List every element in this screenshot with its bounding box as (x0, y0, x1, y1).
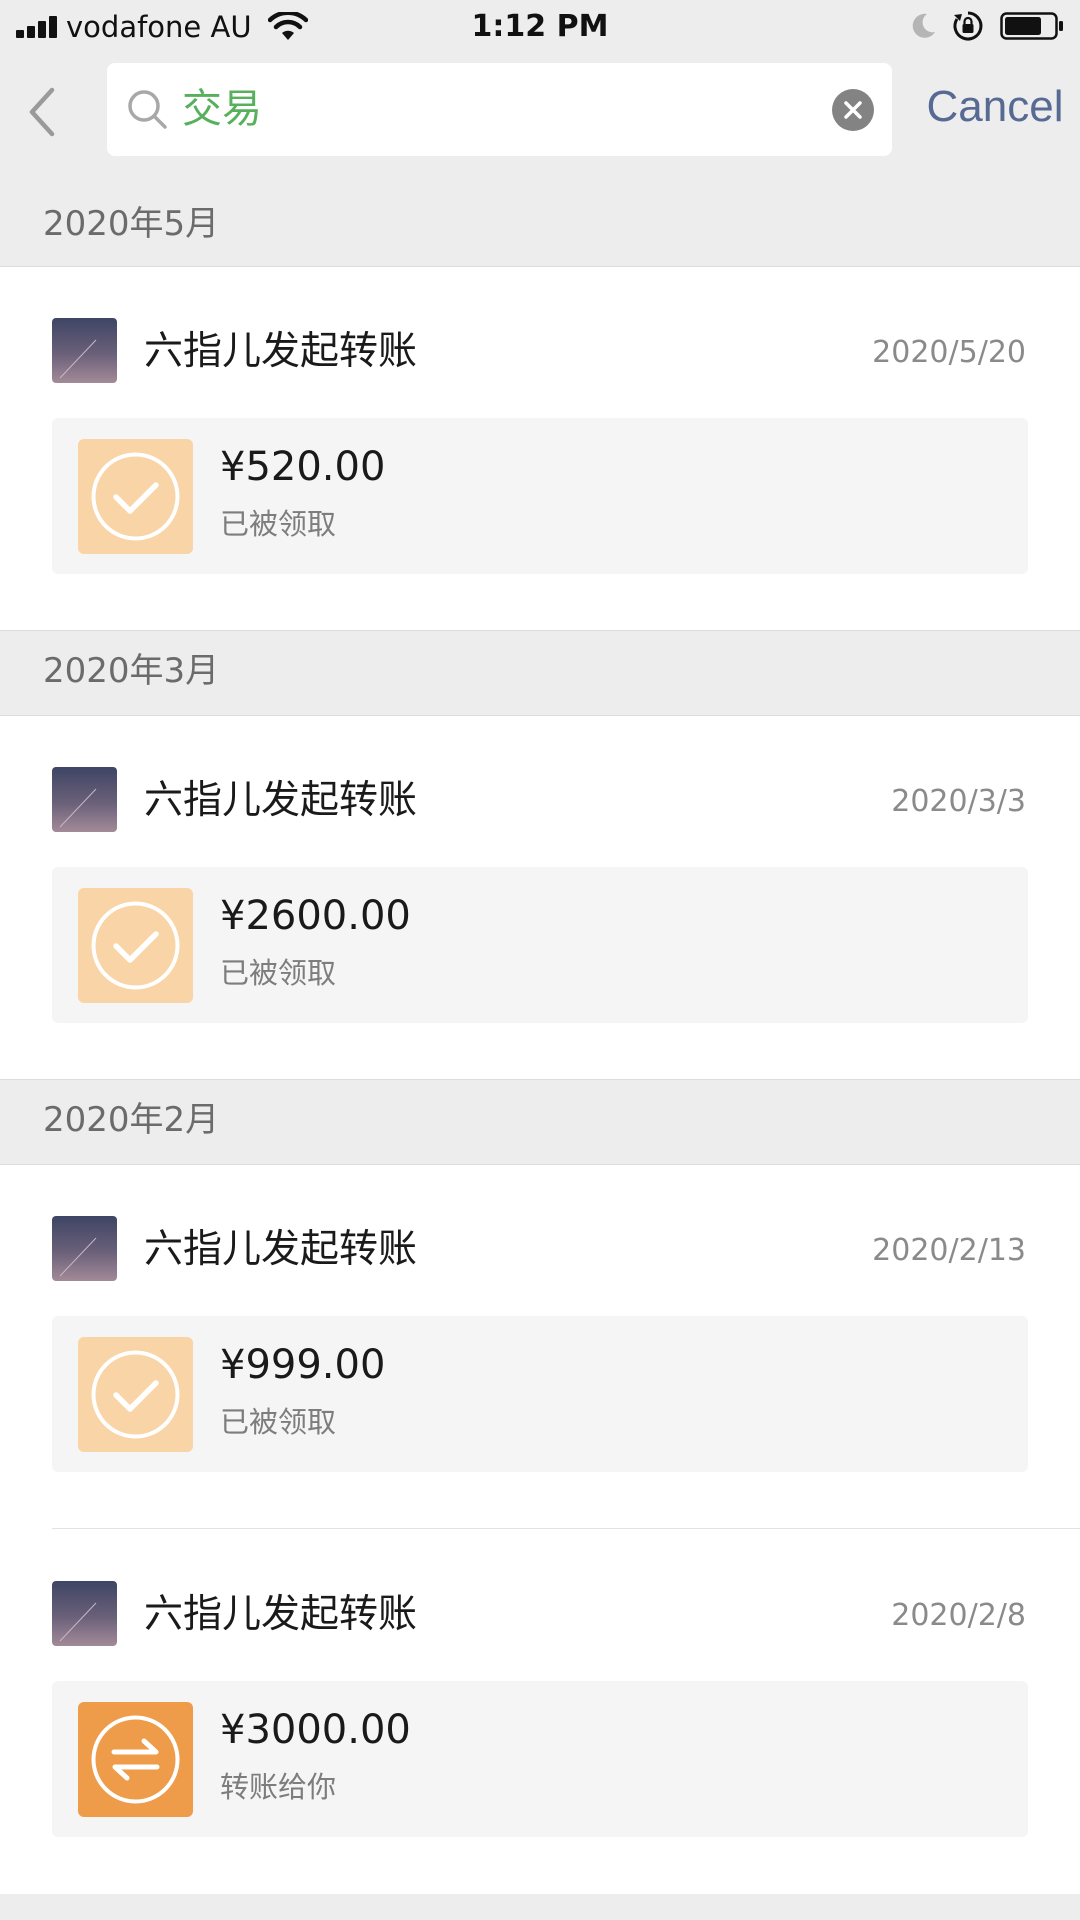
avatar (52, 767, 117, 832)
transfer-status: 转账给你 (220, 1770, 337, 1804)
transfer-status: 已被领取 (220, 956, 337, 990)
do-not-disturb-moon-icon (912, 13, 935, 38)
entry-title: 六指儿发起转账 (144, 778, 418, 823)
check-circle-icon (78, 1337, 193, 1452)
divider (0, 1164, 1080, 1165)
search-icon (128, 90, 167, 129)
status-bar: vodafone AU 1:12 PM (0, 0, 1080, 54)
clear-search-button[interactable] (832, 89, 874, 131)
search-field[interactable]: 交易 (107, 63, 892, 156)
orientation-lock-icon (953, 11, 983, 41)
entry-title: 六指儿发起转账 (144, 1227, 418, 1272)
month-header-partial (0, 1894, 1080, 1920)
entry-title: 六指儿发起转账 (144, 329, 418, 374)
divider (0, 715, 1080, 716)
entry-date: 2020/2/8 (891, 1598, 1026, 1633)
avatar (52, 318, 117, 383)
transfer-card[interactable]: ¥999.00 已被领取 (52, 1316, 1028, 1472)
search-query-text[interactable]: 交易 (182, 77, 262, 141)
divider (52, 1528, 1080, 1529)
month-label: 2020年5月 (43, 204, 220, 244)
month-label: 2020年2月 (43, 1100, 220, 1140)
entry-date: 2020/3/3 (891, 784, 1026, 819)
entry-date: 2020/5/20 (872, 335, 1026, 370)
check-circle-icon (78, 888, 193, 1003)
back-button[interactable] (20, 84, 64, 140)
month-label: 2020年3月 (43, 651, 220, 691)
cancel-button[interactable]: Cancel (910, 74, 1080, 140)
transfer-card[interactable]: ¥3000.00 转账给你 (52, 1681, 1028, 1837)
entry-title: 六指儿发起转账 (144, 1592, 418, 1637)
clear-circle-icon (844, 101, 862, 119)
month-header: 2020年3月 (0, 631, 1080, 715)
check-circle-icon (78, 439, 193, 554)
month-header: 2020年5月 (0, 180, 1080, 267)
transaction-entry[interactable]: 六指儿发起转账 2020/2/8 ¥3000.00 转账给你 (0, 1546, 1080, 1856)
transfer-amount: ¥520.00 (220, 444, 386, 490)
transaction-entry[interactable]: 六指儿发起转账 2020/2/13 ¥999.00 已被领取 (0, 1181, 1080, 1491)
transfer-amount: ¥2600.00 (220, 893, 411, 939)
transfer-card[interactable]: ¥520.00 已被领取 (52, 418, 1028, 574)
avatar (52, 1216, 117, 1281)
transaction-entry[interactable]: 六指儿发起转账 2020/5/20 ¥520.00 已被领取 (0, 283, 1080, 593)
transfer-card[interactable]: ¥2600.00 已被领取 (52, 867, 1028, 1023)
battery-icon (1000, 12, 1063, 40)
entry-date: 2020/2/13 (872, 1233, 1026, 1268)
transfer-status: 已被领取 (220, 1405, 337, 1439)
month-header: 2020年2月 (0, 1080, 1080, 1164)
divider (0, 266, 1080, 267)
transaction-entry[interactable]: 六指儿发起转账 2020/3/3 ¥2600.00 已被领取 (0, 732, 1080, 1042)
transfer-status: 已被领取 (220, 507, 337, 541)
transfer-amount: ¥3000.00 (220, 1707, 411, 1753)
avatar (52, 1581, 117, 1646)
transfer-amount: ¥999.00 (220, 1342, 386, 1388)
transfer-arrows-icon (78, 1702, 193, 1817)
